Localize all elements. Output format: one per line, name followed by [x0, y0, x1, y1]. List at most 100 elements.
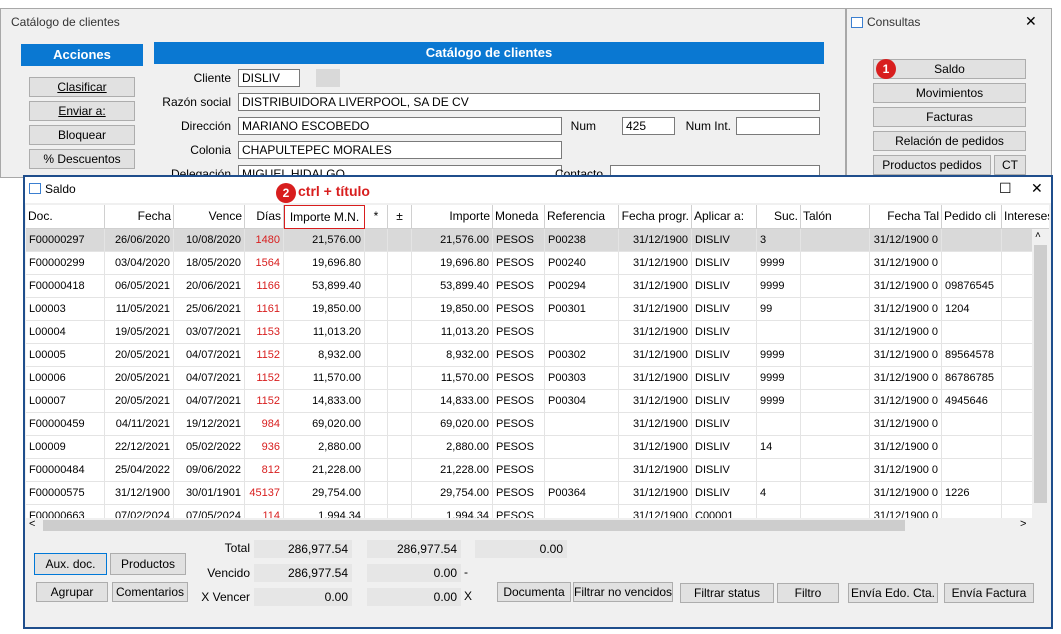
- cell-fecha-progr[interactable]: 31/12/1900: [619, 275, 692, 298]
- cell-aplicar-a[interactable]: DISLIV: [692, 344, 757, 367]
- cell-moneda[interactable]: PESOS: [493, 229, 545, 252]
- cell-doc[interactable]: F00000299: [26, 252, 105, 275]
- cell-importe-mn[interactable]: 19,850.00: [284, 298, 365, 321]
- cell-suc[interactable]: 14: [757, 436, 801, 459]
- cell-fecha-tal[interactable]: 31/12/1900 0: [870, 413, 942, 436]
- col-header-aplicar-a[interactable]: Aplicar a:: [692, 205, 757, 229]
- cell-fecha-tal[interactable]: 31/12/1900 0: [870, 229, 942, 252]
- cell-pedido-cli[interactable]: 1226: [942, 482, 1002, 505]
- cell-suc[interactable]: 3: [757, 229, 801, 252]
- cell-doc[interactable]: F00000484: [26, 459, 105, 482]
- cell-fecha[interactable]: 19/05/2021: [105, 321, 174, 344]
- productos-pedidos-button[interactable]: Productos pedidos: [873, 155, 991, 175]
- aux-doc-button[interactable]: Aux. doc.: [34, 553, 107, 575]
- cell-importe-mn[interactable]: 8,932.00: [284, 344, 365, 367]
- col-header-importe[interactable]: Importe: [412, 205, 493, 229]
- cell-fecha[interactable]: 04/11/2021: [105, 413, 174, 436]
- cell-dias[interactable]: 1161: [245, 298, 284, 321]
- cell-importe-mn[interactable]: 1,994.34: [284, 505, 365, 518]
- cell-importe-mn[interactable]: 11,013.20: [284, 321, 365, 344]
- cell-referencia[interactable]: P00294: [545, 275, 619, 298]
- cell-talon[interactable]: [801, 298, 870, 321]
- cell-aplicar-a[interactable]: DISLIV: [692, 252, 757, 275]
- cell-importe-mn[interactable]: 69,020.00: [284, 413, 365, 436]
- cell-importe[interactable]: 14,833.00: [412, 390, 493, 413]
- cell-moneda[interactable]: PESOS: [493, 436, 545, 459]
- cell-aplicar-a[interactable]: DISLIV: [692, 229, 757, 252]
- close-icon[interactable]: ✕: [1031, 180, 1043, 197]
- cell-suc[interactable]: 4: [757, 482, 801, 505]
- productos-button[interactable]: Productos: [110, 553, 186, 575]
- cell-asterisk[interactable]: [365, 298, 388, 321]
- cell-pedido-cli[interactable]: [942, 413, 1002, 436]
- cell-suc[interactable]: 99: [757, 298, 801, 321]
- cell-fecha[interactable]: 31/12/1900: [105, 482, 174, 505]
- cell-fecha[interactable]: 07/02/2024: [105, 505, 174, 518]
- cell-suc[interactable]: [757, 505, 801, 518]
- cell-moneda[interactable]: PESOS: [493, 459, 545, 482]
- cell-suc[interactable]: [757, 321, 801, 344]
- col-header-dias[interactable]: Días: [245, 205, 284, 229]
- cell-dias[interactable]: 114: [245, 505, 284, 518]
- cell-plusminus[interactable]: [388, 229, 412, 252]
- cell-suc[interactable]: 9999: [757, 344, 801, 367]
- cell-pedido-cli[interactable]: [942, 436, 1002, 459]
- cell-plusminus[interactable]: [388, 252, 412, 275]
- filtrar-no-vencidos-button[interactable]: Filtrar no vencidos: [573, 582, 673, 602]
- cell-pedido-cli[interactable]: [942, 321, 1002, 344]
- saldo-grid[interactable]: Doc. Fecha Vence Días Importe M.N. * ± Importe M…: [26, 205, 1049, 518]
- cell-aplicar-a[interactable]: DISLIV: [692, 367, 757, 390]
- cell-vence[interactable]: 30/01/1901: [174, 482, 245, 505]
- cell-talon[interactable]: [801, 413, 870, 436]
- cell-referencia[interactable]: [545, 436, 619, 459]
- cell-referencia[interactable]: P00302: [545, 344, 619, 367]
- documenta-button[interactable]: Documenta: [497, 582, 571, 602]
- cell-importe[interactable]: 21,576.00: [412, 229, 493, 252]
- col-header-importe-mn[interactable]: Importe M.N.: [284, 205, 365, 229]
- cell-referencia[interactable]: [545, 413, 619, 436]
- cell-referencia[interactable]: P00303: [545, 367, 619, 390]
- cell-vence[interactable]: 18/05/2020: [174, 252, 245, 275]
- cell-importe[interactable]: 11,013.20: [412, 321, 493, 344]
- cell-fecha[interactable]: 25/04/2022: [105, 459, 174, 482]
- cell-pedido-cli[interactable]: 1204: [942, 298, 1002, 321]
- cell-suc[interactable]: 9999: [757, 367, 801, 390]
- cell-pedido-cli[interactable]: 86786785: [942, 367, 1002, 390]
- scroll-right-icon[interactable]: >: [1020, 518, 1026, 530]
- cell-fecha[interactable]: 11/05/2021: [105, 298, 174, 321]
- cell-fecha-progr[interactable]: 31/12/1900: [619, 482, 692, 505]
- cell-asterisk[interactable]: [365, 252, 388, 275]
- cell-doc[interactable]: L00006: [26, 367, 105, 390]
- col-header-asterisk[interactable]: *: [365, 205, 388, 229]
- col-header-plusminus[interactable]: ±: [388, 205, 412, 229]
- cell-vence[interactable]: 04/07/2021: [174, 367, 245, 390]
- cell-importe[interactable]: 21,228.00: [412, 459, 493, 482]
- cell-fecha[interactable]: 26/06/2020: [105, 229, 174, 252]
- cell-pedido-cli[interactable]: [942, 459, 1002, 482]
- cell-importe[interactable]: 1,994.34: [412, 505, 493, 518]
- cell-moneda[interactable]: PESOS: [493, 344, 545, 367]
- cell-plusminus[interactable]: [388, 482, 412, 505]
- cell-asterisk[interactable]: [365, 367, 388, 390]
- cell-doc[interactable]: L00007: [26, 390, 105, 413]
- cell-referencia[interactable]: P00301: [545, 298, 619, 321]
- cell-doc[interactable]: L00009: [26, 436, 105, 459]
- cell-doc[interactable]: F00000418: [26, 275, 105, 298]
- agrupar-button[interactable]: Agrupar: [36, 582, 108, 602]
- cell-aplicar-a[interactable]: DISLIV: [692, 275, 757, 298]
- cell-moneda[interactable]: PESOS: [493, 298, 545, 321]
- cell-plusminus[interactable]: [388, 505, 412, 518]
- cell-aplicar-a[interactable]: C00001: [692, 505, 757, 518]
- cell-doc[interactable]: L00005: [26, 344, 105, 367]
- cell-talon[interactable]: [801, 252, 870, 275]
- filtrar-status-button[interactable]: Filtrar status: [680, 583, 774, 603]
- cell-asterisk[interactable]: [365, 275, 388, 298]
- cell-importe[interactable]: 19,696.80: [412, 252, 493, 275]
- cell-referencia[interactable]: P00304: [545, 390, 619, 413]
- cell-talon[interactable]: [801, 321, 870, 344]
- cell-talon[interactable]: [801, 482, 870, 505]
- clasificar-button[interactable]: Clasificar: [29, 77, 135, 97]
- cell-talon[interactable]: [801, 390, 870, 413]
- cell-vence[interactable]: 03/07/2021: [174, 321, 245, 344]
- cell-referencia[interactable]: P00238: [545, 229, 619, 252]
